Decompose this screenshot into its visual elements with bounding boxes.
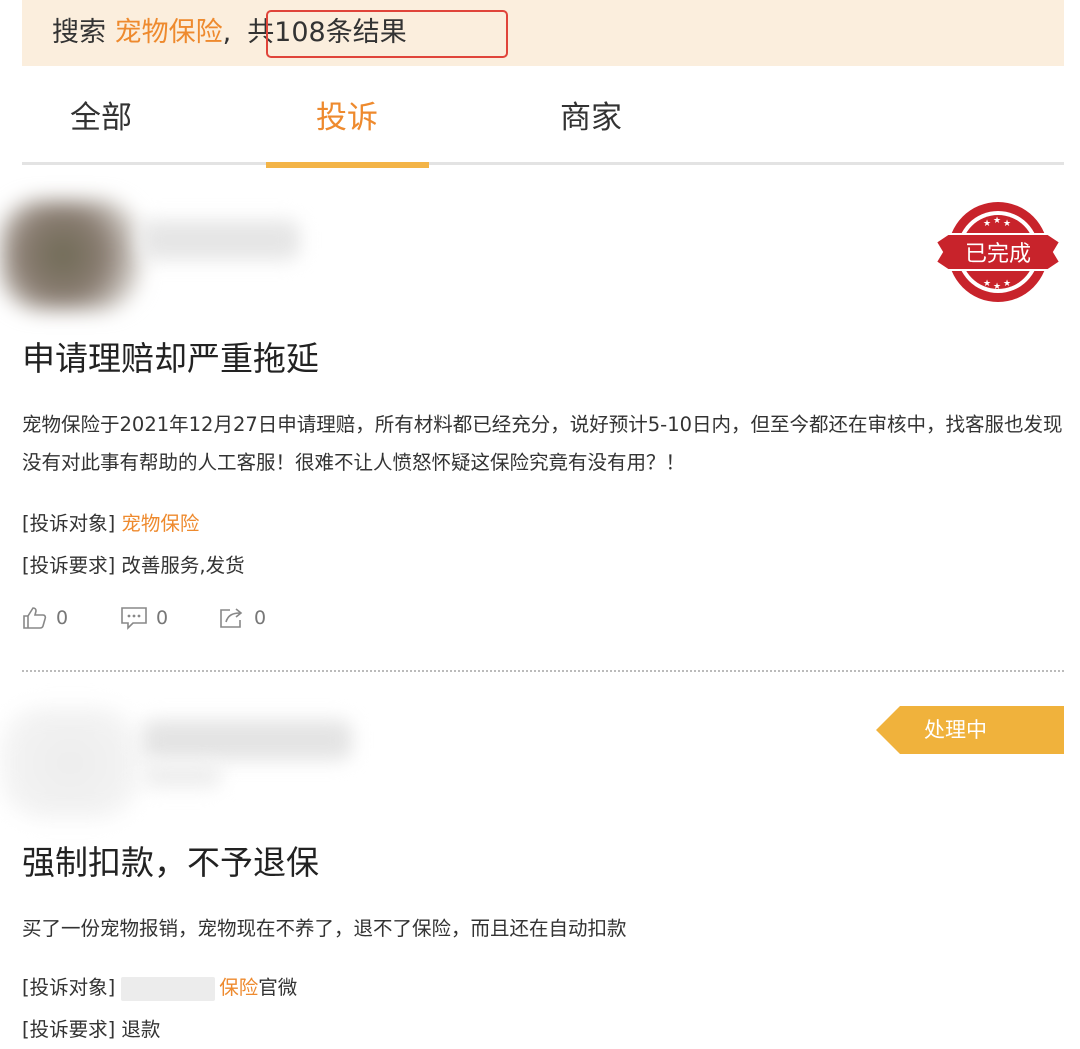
share-count: 0 (254, 607, 267, 629)
active-tab-indicator (266, 162, 429, 168)
complaint-target-row: [投诉对象] 保险官微 (22, 972, 297, 1004)
like-button[interactable]: 0 (22, 606, 120, 630)
svg-text:★: ★ (1003, 219, 1011, 229)
complaint-title[interactable]: 申请理赔却严重拖延 (22, 336, 319, 382)
like-count: 0 (56, 607, 69, 629)
status-badge: 处理中 (876, 706, 1064, 754)
complaint-target-row: [投诉对象] 宠物保险 (22, 508, 199, 540)
user-name-redacted (140, 220, 300, 260)
tab-divider (22, 162, 1064, 165)
request-value: 改善服务,发货 (121, 554, 245, 577)
user-avatar[interactable] (0, 200, 140, 310)
complaint-body: 宠物保险于2021年12月27日申请理赔，所有材料都已经充分，说好预计5-10日… (22, 413, 1063, 474)
target-label: [投诉对象] (22, 976, 116, 999)
tab-merchants[interactable]: 商家 (560, 96, 622, 140)
request-value: 退款 (121, 1018, 161, 1041)
complaint-request-row: [投诉要求] 改善服务,发货 (22, 550, 245, 582)
tab-bar: 全部 投诉 商家 (22, 0, 1064, 170)
comment-button[interactable]: 0 (120, 606, 218, 630)
user-avatar[interactable] (0, 708, 140, 818)
svg-text:★: ★ (983, 219, 991, 229)
share-button[interactable]: 0 (218, 606, 316, 630)
target-link[interactable]: 宠物保险 (121, 512, 199, 535)
redacted-block (121, 976, 216, 1001)
request-label: [投诉要求] (22, 1018, 116, 1041)
target-suffix: 官微 (258, 976, 298, 999)
status-processing-label: 处理中 (924, 718, 987, 742)
thumbs-up-icon (23, 607, 47, 629)
svg-text:★: ★ (983, 279, 991, 289)
user-meta-redacted (142, 762, 222, 788)
complaint-request-row: [投诉要求] 退款 (22, 1014, 160, 1046)
target-link[interactable]: 保险 (219, 976, 258, 999)
svg-text:★: ★ (993, 216, 1001, 226)
complaint-title[interactable]: 强制扣款，不予退保 (22, 840, 319, 886)
completed-stamp-icon: ★ ★ ★ ★ ★ ★ 已完成 (934, 202, 1062, 302)
svg-text:★: ★ (1003, 279, 1011, 289)
tab-all[interactable]: 全部 (70, 96, 132, 140)
status-completed-label: 已完成 (965, 242, 1031, 267)
request-label: [投诉要求] (22, 554, 116, 577)
svg-text:★: ★ (993, 282, 1001, 292)
status-badge-notch (876, 706, 900, 754)
comment-icon (121, 607, 147, 630)
action-bar: 0 0 0 (22, 606, 316, 630)
user-name-redacted (142, 720, 352, 760)
target-label: [投诉对象] (22, 512, 116, 535)
complaint-body: 买了一份宠物报销，宠物现在不养了，退不了保险，而且还在自动扣款 (22, 917, 627, 940)
share-icon (220, 608, 243, 628)
tab-complaints[interactable]: 投诉 (316, 96, 378, 140)
card-divider (22, 670, 1064, 672)
comment-count: 0 (156, 607, 169, 629)
